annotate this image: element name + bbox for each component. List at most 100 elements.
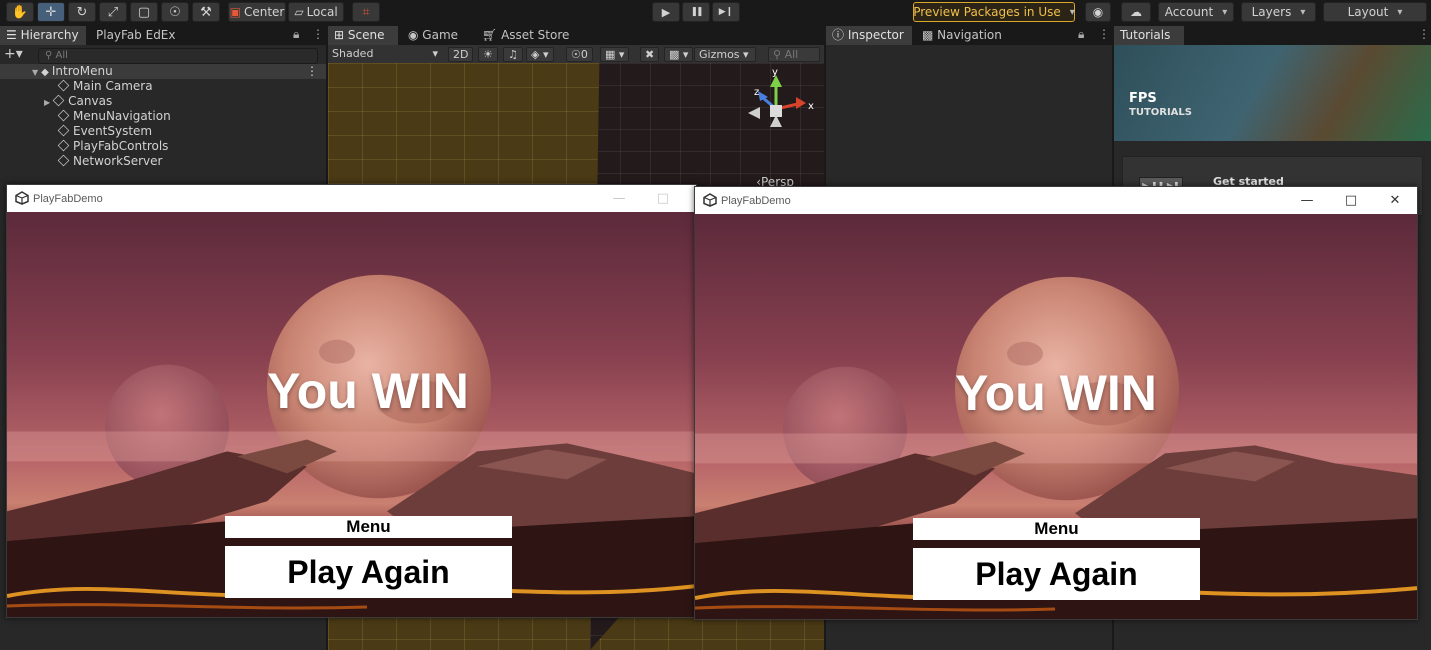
scene-row-intromenu[interactable]: ▼ ◆ IntroMenu ⋮: [0, 64, 326, 79]
close-button[interactable]: ✕: [1380, 191, 1410, 211]
game-viewport: You WIN Menu Play Again: [695, 214, 1417, 619]
pause-button[interactable]: ❚❚: [682, 2, 710, 22]
orientation-gizmo[interactable]: y x z: [740, 67, 816, 147]
hidden-objects-toggle[interactable]: ☉0: [566, 47, 593, 62]
maximize-button[interactable]: □: [648, 189, 678, 209]
maximize-button[interactable]: □: [1336, 191, 1366, 211]
tab-tutorials[interactable]: Tutorials: [1114, 26, 1184, 45]
grid-snap-icon: ⌗: [362, 4, 370, 20]
hierarchy-item-menunavigation[interactable]: MenuNavigation: [0, 109, 326, 124]
account-label: Account: [1164, 5, 1214, 19]
scene-menu-icon[interactable]: ⋮: [306, 64, 318, 79]
tab-asset-store[interactable]: 🛒︎ Asset Store: [476, 26, 575, 45]
tutorials-banner[interactable]: FPS TUTORIALS: [1114, 45, 1431, 141]
play-again-button[interactable]: Play Again: [225, 546, 512, 598]
tab-inspector[interactable]: ⓘ Inspector: [826, 26, 912, 45]
account-dropdown[interactable]: Account: [1158, 2, 1234, 22]
hand-tool-button[interactable]: ✋: [6, 2, 34, 22]
minimize-button[interactable]: —: [1292, 191, 1322, 211]
camera-dropdown[interactable]: ▩ ▾: [664, 47, 694, 62]
hierarchy-item-label: EventSystem: [73, 124, 153, 138]
audio-toggle[interactable]: ♫: [503, 47, 523, 62]
lock-icon[interactable]: 🔒︎: [293, 27, 299, 42]
move-tool-button[interactable]: ✛: [37, 2, 65, 22]
rotate-tool-button[interactable]: ↻: [68, 2, 96, 22]
window-titlebar[interactable]: PlayFabDemo — □ ✕: [695, 187, 1417, 214]
rect-icon: ▢: [137, 4, 151, 20]
hierarchy-item-eventsystem[interactable]: EventSystem: [0, 124, 326, 139]
hierarchy-item-label: PlayFabControls: [73, 139, 169, 153]
pivot-rotation-button[interactable]: ▱ Local: [288, 2, 344, 22]
pivot-mode-button[interactable]: ▣ Center: [228, 2, 286, 22]
hierarchy-item-playfabcontrols[interactable]: PlayFabControls: [0, 139, 326, 154]
scale-tool-button[interactable]: ⤢: [99, 2, 127, 22]
hierarchy-item-label: Main Camera: [73, 79, 153, 93]
tab-scene[interactable]: ⊞ Scene: [328, 26, 398, 45]
lighting-toggle[interactable]: ☀: [478, 47, 498, 62]
effects-dropdown[interactable]: ◈ ▾: [526, 47, 554, 62]
tab-playfab-edex[interactable]: PlayFab EdEx: [90, 26, 182, 45]
grid-dropdown[interactable]: ▦ ▾: [600, 47, 630, 62]
rotate-icon: ↻: [76, 4, 88, 20]
cloud-button[interactable]: ☁: [1121, 2, 1151, 22]
tools-toggle[interactable]: ✖: [640, 47, 660, 62]
rect-tool-button[interactable]: ▢: [130, 2, 158, 22]
hierarchy-item-canvas[interactable]: ▶ Canvas: [0, 94, 326, 109]
tutorials-tabbar: Tutorials ⋮: [1114, 26, 1431, 45]
game-window-left: PlayFabDemo — □ You WIN Menu Play Again: [6, 184, 697, 618]
layers-dropdown[interactable]: Layers: [1241, 2, 1316, 22]
tab-navigation[interactable]: ▩ Navigation: [916, 26, 1008, 45]
expand-arrow-icon: ▼: [32, 68, 39, 77]
step-button[interactable]: ▶❙: [712, 2, 740, 22]
scale-icon: ⤢: [107, 4, 119, 20]
collab-button[interactable]: ◉: [1085, 2, 1111, 22]
transform-icon: ☉: [169, 4, 181, 20]
layout-dropdown[interactable]: Layout: [1323, 2, 1427, 22]
window-titlebar[interactable]: PlayFabDemo — □: [7, 185, 696, 212]
hierarchy-search-input[interactable]: ⚲ All: [38, 48, 318, 64]
mode-2d-toggle[interactable]: 2D: [448, 47, 474, 62]
play-again-button[interactable]: Play Again: [913, 548, 1200, 600]
grid-icon: ▦: [605, 48, 616, 61]
tab-scene-label: Scene: [347, 28, 385, 42]
win-message: You WIN: [267, 363, 469, 419]
shading-mode-dropdown[interactable]: Shaded ▾: [328, 47, 440, 62]
menu-button[interactable]: Menu: [913, 518, 1200, 540]
axis-y-label: y: [772, 67, 778, 78]
inspector-menu-icon[interactable]: ⋮: [1098, 27, 1110, 41]
inspector-tabbar: ⓘ Inspector ▩ Navigation 🔒︎ ⋮: [826, 26, 1112, 45]
collab-icon: ◉: [1092, 5, 1104, 19]
hierarchy-item-main-camera[interactable]: Main Camera: [0, 79, 326, 94]
expand-arrow-icon[interactable]: ▶: [44, 98, 50, 107]
grid-snap-button[interactable]: ⌗: [352, 2, 380, 22]
play-button[interactable]: ▶: [652, 2, 680, 22]
tab-hierarchy[interactable]: ☰ Hierarchy: [0, 26, 86, 45]
speaker-icon: ♫: [508, 48, 518, 61]
preview-packages-button[interactable]: Preview Packages in Use: [913, 2, 1075, 22]
pivot-rotation-label: Local: [306, 5, 338, 19]
add-object-button[interactable]: +▾: [4, 46, 23, 62]
lock-icon[interactable]: 🔒︎: [1078, 27, 1084, 42]
transform-tool-button[interactable]: ☉: [161, 2, 189, 22]
step-icon: ▶❙: [718, 7, 734, 17]
scene-tabbar: ⊞ Scene ◉ Game 🛒︎ Asset Store: [328, 26, 824, 45]
menu-button[interactable]: Menu: [225, 516, 512, 538]
window-title: PlayFabDemo: [33, 193, 103, 205]
custom-tool-button[interactable]: ⚒: [192, 2, 220, 22]
tab-game[interactable]: ◉ Game: [402, 26, 464, 45]
banner-subtitle: TUTORIALS: [1129, 107, 1192, 118]
hierarchy-tabbar: ☰ Hierarchy PlayFab EdEx 🔒︎ ⋮: [0, 26, 326, 45]
gizmos-dropdown[interactable]: Gizmos ▾: [694, 47, 756, 62]
tutorials-menu-icon[interactable]: ⋮: [1418, 27, 1430, 41]
effects-icon: ◈: [531, 48, 540, 61]
hierarchy-item-label: Canvas: [68, 94, 113, 108]
chevron-down-icon: ▾: [432, 47, 438, 60]
hierarchy-item-networkserver[interactable]: NetworkServer: [0, 154, 326, 169]
tab-hierarchy-label: Hierarchy: [20, 28, 79, 42]
hierarchy-menu-icon[interactable]: ⋮: [312, 27, 324, 41]
move-icon: ✛: [45, 4, 57, 20]
minimize-button[interactable]: —: [604, 189, 634, 209]
gizmos-label: Gizmos: [699, 48, 740, 61]
scene-search-input[interactable]: ⚲ All: [768, 47, 820, 62]
preview-packages-label: Preview Packages in Use: [913, 5, 1061, 19]
